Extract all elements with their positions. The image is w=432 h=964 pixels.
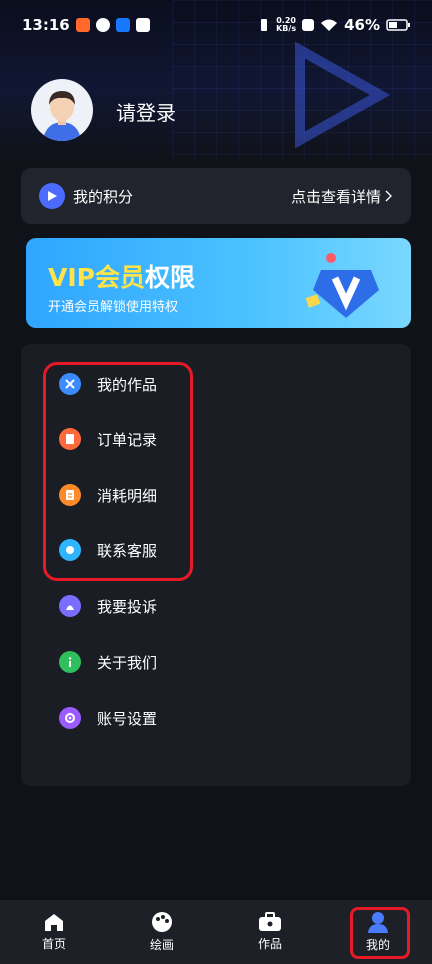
menu-item-label: 账号设置 [97,709,158,728]
login-link[interactable]: 请登录 [116,97,176,126]
tab-label: 首页 [41,937,66,951]
mail-icon [135,18,150,32]
tab-label: 绘画 [149,938,174,952]
menu-item-about-us[interactable]: 关于我们 [59,647,157,677]
briefcase-icon [259,912,281,931]
sim-icon [302,19,315,31]
tab-painting[interactable]: 绘画 [108,900,216,964]
tab-label: 作品 [257,937,282,951]
points-label: 我的积分 [73,187,134,206]
status-time: 13:16 [22,16,70,34]
complaint-icon [59,595,81,617]
battery-level: 46% [344,16,380,34]
menu-item-label: 我要投诉 [97,597,158,616]
status-bar: 13:16 0.20 KB/s 46% [0,0,432,50]
points-card[interactable]: 我的积分 点击查看详情 [21,168,411,224]
wifi-icon [321,19,338,31]
avatar[interactable] [31,79,93,141]
vip-badge-icon [305,253,379,318]
highlight-box [350,907,410,959]
palette-icon [152,912,172,932]
menu-item-complaint[interactable]: 我要投诉 [59,591,157,621]
notification-app-icon [95,18,110,32]
battery-icon [386,19,410,31]
settings-icon [59,707,81,729]
vip-title: VIP会员权限 [48,263,196,292]
menu-item-account-settings[interactable]: 账号设置 [59,703,157,733]
menu-item-label: 关于我们 [97,653,158,672]
home-icon [45,914,63,931]
decorative-play-shape [295,41,391,149]
notification-app-icon [75,18,90,32]
points-detail-text: 点击查看详情 [290,187,381,206]
network-speed: 0.20 KB/s [276,16,297,33]
play-icon [39,183,65,209]
tab-works[interactable]: 作品 [216,900,324,964]
chevron-right-icon [385,190,392,202]
alipay-icon [115,18,130,32]
vibrate-icon [261,19,268,31]
about-icon [59,651,81,673]
vip-banner[interactable]: VIP会员权限 开通会员解锁使用特权 [26,238,411,328]
highlight-box [43,362,193,581]
points-detail-link[interactable]: 点击查看详情 [291,186,393,207]
vip-subtitle: 开通会员解锁使用特权 [48,300,179,315]
tab-home[interactable]: 首页 [0,900,108,964]
